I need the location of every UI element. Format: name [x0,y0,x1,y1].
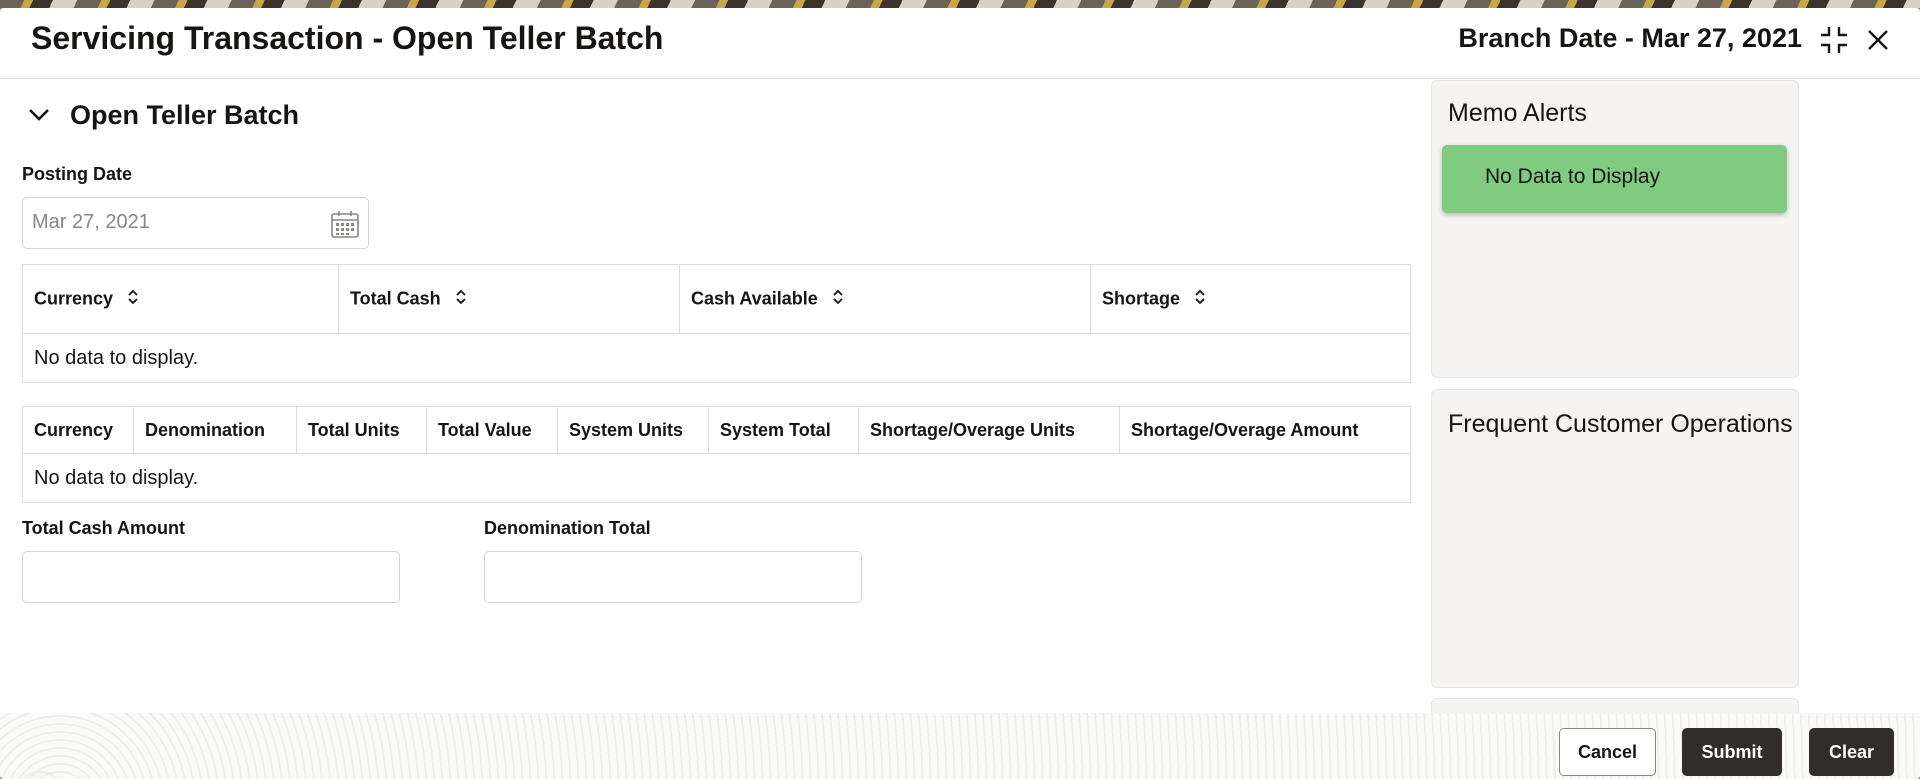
denomination-total-label: Denomination Total [484,518,651,538]
cancel-button[interactable]: Cancel [1559,728,1656,776]
frequent-operations-title: Frequent Customer Operations [1448,410,1793,438]
chevron-down-icon[interactable] [22,98,56,132]
collapse-icon[interactable] [1814,20,1854,60]
main-content: Open Teller Batch Posting Date Mar 27, 2… [0,80,1425,700]
denomination-total-field[interactable] [484,551,862,603]
total-cash-amount-field[interactable] [22,551,400,603]
empty-table-message: No data to display. [34,346,199,369]
memo-alerts-card: Memo Alerts No Data to Display [1431,80,1799,378]
column-header-system-units[interactable]: System Units [557,406,709,454]
memo-alerts-empty-box: No Data to Display [1442,145,1787,213]
column-header-total-units[interactable]: Total Units [296,406,427,454]
memo-alerts-empty-text: No Data to Display [1485,165,1661,188]
dialog-footer: Cancel Submit Clear [0,713,1920,779]
column-header-total-value[interactable]: Total Value [426,406,558,454]
submit-button[interactable]: Submit [1682,728,1782,776]
total-cash-amount-label: Total Cash Amount [22,518,185,538]
memo-alerts-title: Memo Alerts [1448,99,1587,127]
clear-button[interactable]: Clear [1809,728,1894,776]
close-icon[interactable] [1858,20,1898,60]
background-strip [0,0,1920,8]
sort-icon[interactable] [455,288,467,311]
sort-icon[interactable] [127,288,139,311]
posting-date-label: Posting Date [22,164,133,184]
page-title: Servicing Transaction - Open Teller Batc… [31,20,664,56]
table-row: No data to display. [23,334,1411,383]
column-header-cash-available[interactable]: Cash Available [679,264,1091,334]
branch-date: Branch Date - Mar 27, 2021 [1458,23,1802,53]
table-row: No data to display. [23,454,1411,503]
column-header-system-total[interactable]: System Total [708,406,859,454]
calendar-icon[interactable] [328,207,362,241]
section-header: Open Teller Batch [22,98,299,132]
cash-summary-table: Currency Total Cash Cash Available Short… [22,264,1411,383]
section-title: Open Teller Batch [70,99,300,130]
sort-icon[interactable] [832,288,844,311]
open-teller-batch-dialog: Servicing Transaction - Open Teller Batc… [0,8,1920,779]
column-header-denomination[interactable]: Denomination [133,406,297,454]
column-header-total-cash[interactable]: Total Cash [338,264,680,334]
empty-table-message: No data to display. [34,466,199,489]
posting-date-value: Mar 27, 2021 [32,211,150,233]
column-header-shortage-overage-amount[interactable]: Shortage/Overage Amount [1119,406,1411,454]
dialog-header: Servicing Transaction - Open Teller Batc… [0,8,1920,79]
sort-icon[interactable] [1194,288,1206,311]
denomination-table: Currency Denomination Total Units Total … [22,406,1411,503]
frequent-customer-operations-card: Frequent Customer Operations [1431,389,1799,688]
column-header-shortage-overage-units[interactable]: Shortage/Overage Units [858,406,1120,454]
column-header-currency[interactable]: Currency [22,406,134,454]
posting-date-field[interactable]: Mar 27, 2021 [22,197,369,249]
column-header-currency[interactable]: Currency [22,264,339,334]
column-header-shortage[interactable]: Shortage [1090,264,1411,334]
